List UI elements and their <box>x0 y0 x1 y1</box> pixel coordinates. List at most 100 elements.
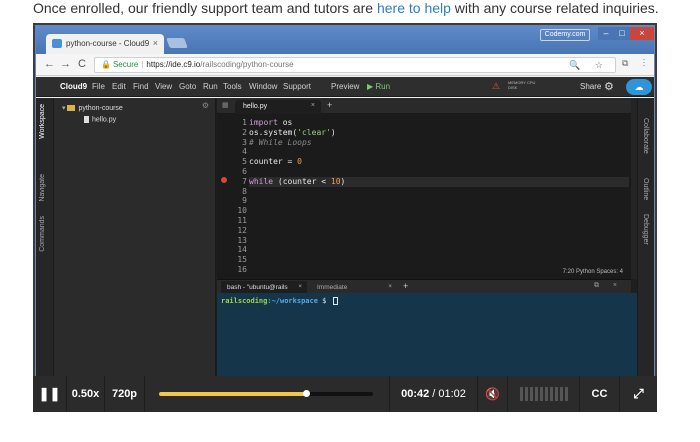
terminal-tab-close-icon[interactable]: × <box>388 283 392 290</box>
forward-arrow-icon[interactable]: → <box>60 58 71 70</box>
line-number: 12 <box>237 225 247 235</box>
pause-button[interactable]: ❚❚ <box>33 376 67 412</box>
code-line-2: os.system('clear') <box>249 128 629 138</box>
speed-button[interactable]: 0.50x <box>67 376 105 412</box>
url-host: https://ide.c9.io <box>146 60 201 69</box>
line-number: 14 <box>237 245 247 255</box>
video-frame[interactable]: python-course - Cloud9 × Codemy.com – □ … <box>33 23 657 377</box>
browser-window: python-course - Cloud9 × Codemy.com – □ … <box>35 25 655 377</box>
volume-bar[interactable] <box>545 387 548 401</box>
menu-find[interactable]: Find <box>133 82 149 91</box>
player-controls: ❚❚ 0.50x 720p 00:42 / 01:02 🔇 CC ⤢ <box>33 376 657 412</box>
lock-icon: 🔒 <box>101 60 111 69</box>
volume-bar[interactable] <box>565 387 568 401</box>
fullscreen-button[interactable]: ⤢ <box>620 376 657 412</box>
code-token: while <box>249 176 274 186</box>
code-token: ) <box>330 127 336 137</box>
tab-navigate[interactable]: Navigate <box>39 174 46 202</box>
volume-bar[interactable] <box>555 387 558 401</box>
terminal[interactable]: railscoding:~/workspace $ <box>217 293 637 377</box>
line-number: 5 <box>242 157 247 167</box>
volume-bar[interactable] <box>520 387 523 401</box>
menu-tools[interactable]: Tools <box>223 82 242 91</box>
share-button[interactable]: Share <box>580 82 601 91</box>
run-button[interactable]: ▶ Run <box>367 82 390 91</box>
quality-button[interactable]: 720p <box>105 376 145 412</box>
tree-folder-label: python-course <box>78 105 123 112</box>
folder-icon <box>67 105 76 112</box>
maximize-button[interactable]: □ <box>614 27 630 40</box>
help-link[interactable]: here to help <box>377 0 451 16</box>
mute-button[interactable]: 🔇 <box>478 376 508 412</box>
menu-run[interactable]: Run <box>203 82 218 91</box>
menu-file[interactable]: File <box>92 82 105 91</box>
menu-edit[interactable]: Edit <box>112 82 126 91</box>
minimize-button[interactable]: – <box>598 27 614 40</box>
line-number: 1 <box>242 118 247 127</box>
tab-debugger[interactable]: Debugger <box>642 214 649 245</box>
volume-bar[interactable] <box>560 387 563 401</box>
tab-close-icon[interactable]: × <box>153 38 158 48</box>
zoom-bookmark-icon[interactable]: 🔍 ☆ <box>569 58 609 72</box>
line-number: 10 <box>237 206 247 216</box>
seek-track[interactable] <box>159 390 373 397</box>
menu-goto[interactable]: Goto <box>179 82 196 91</box>
cloud9-favicon-icon <box>52 39 62 48</box>
code-token: 0 <box>297 157 302 167</box>
volume-bar[interactable] <box>540 387 543 401</box>
tab-outline[interactable]: Outline <box>642 178 649 200</box>
close-window-button[interactable]: × <box>630 27 654 40</box>
menu-view[interactable]: View <box>155 82 172 91</box>
terminal-tab-close-icon[interactable]: × <box>298 283 302 290</box>
cloud9-logo[interactable]: Cloud9 <box>60 82 87 91</box>
intro-after: with any course related inquiries. <box>450 0 659 16</box>
panel-window-icons[interactable]: ⧉ × <box>594 282 623 290</box>
left-panel-tabs: Workspace Navigate Commands <box>36 98 54 377</box>
tree-file[interactable]: hello.py <box>84 116 116 123</box>
tab-collaborate[interactable]: Collaborate <box>642 118 649 154</box>
cloud-icon[interactable]: ☁ <box>626 79 652 95</box>
tree-folder[interactable]: ▾ python-course <box>62 104 123 112</box>
code-token: (counter < <box>273 176 331 186</box>
reload-icon[interactable]: C <box>78 58 86 70</box>
volume-bar[interactable] <box>550 387 553 401</box>
seek-bar[interactable] <box>145 376 390 412</box>
captions-button[interactable]: CC <box>580 376 620 412</box>
browser-tab[interactable]: python-course - Cloud9 × <box>46 34 164 54</box>
volume-bar[interactable] <box>535 387 538 401</box>
code-token: ) <box>340 176 346 186</box>
file-icon <box>84 116 89 123</box>
line-number: 11 <box>237 215 247 225</box>
volume-slider[interactable] <box>508 376 580 412</box>
line-number: 13 <box>237 235 247 245</box>
new-file-tab-button[interactable]: + <box>327 100 332 110</box>
volume-bar[interactable] <box>525 387 528 401</box>
tab-menu-icon[interactable]: ▦ <box>222 101 229 109</box>
prompt-user: railscoding <box>221 297 268 305</box>
line-number: 16 <box>237 264 247 274</box>
code-token: import <box>249 118 278 127</box>
editor-tab-hello[interactable]: hello.py × <box>235 100 321 114</box>
preview-button[interactable]: Preview <box>331 82 359 91</box>
tab-workspace[interactable]: Workspace <box>39 104 46 139</box>
video-player[interactable]: python-course - Cloud9 × Codemy.com – □ … <box>33 23 657 412</box>
gear-icon[interactable]: ⚙ <box>604 80 614 93</box>
menu-window[interactable]: Window <box>249 82 277 91</box>
volume-bar[interactable] <box>530 387 533 401</box>
url-input[interactable]: 🔒 Secure | https://ide.c9.io/railscoding/py… <box>94 57 616 73</box>
new-tab-button[interactable] <box>166 38 188 48</box>
code-token: 10 <box>330 176 341 186</box>
back-arrow-icon[interactable]: ← <box>44 58 55 70</box>
seek-handle[interactable] <box>302 390 310 397</box>
tree-settings-icon[interactable]: ⚙ <box>202 101 209 110</box>
code-editor[interactable]: 1 2 3 4 5 6 7 8 9 10 11 12 13 14 15 16 i… <box>217 114 631 279</box>
new-terminal-button[interactable]: + <box>403 281 408 291</box>
menu-support[interactable]: Support <box>283 82 311 91</box>
editor-tab-close-icon[interactable]: × <box>311 102 315 109</box>
tab-commands[interactable]: Commands <box>39 216 46 252</box>
extension-menu-icon[interactable]: ⧉ ⋮ <box>622 58 651 69</box>
code-token: 'clear' <box>297 127 331 137</box>
right-panel-tabs: Collaborate Outline Debugger <box>637 98 654 377</box>
volume-muted-icon: 🔇 <box>485 387 500 401</box>
